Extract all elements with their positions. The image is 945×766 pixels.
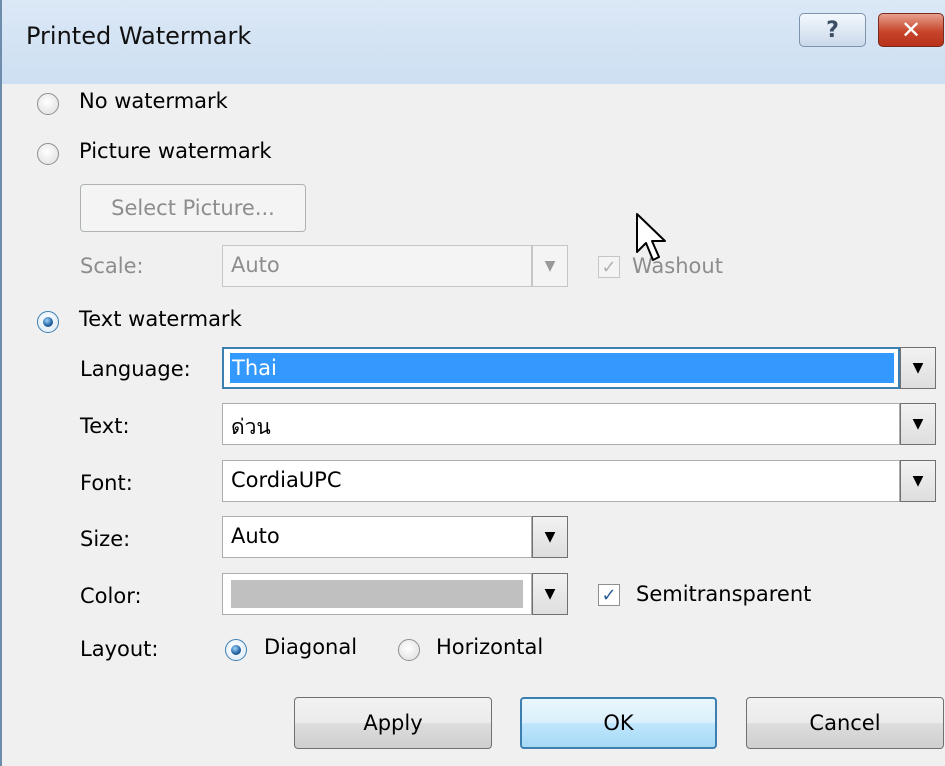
chevron-down-icon: ▼ (544, 586, 556, 602)
check-icon: ✓ (601, 256, 617, 278)
question-icon: ? (826, 17, 839, 43)
language-label: Language: (80, 357, 191, 381)
layout-diagonal-radio[interactable] (225, 639, 247, 661)
language-combobox[interactable]: Thai (222, 347, 900, 389)
washout-checkbox[interactable]: ✓ (598, 256, 620, 278)
text-watermark-radio[interactable] (37, 311, 59, 333)
chevron-down-icon: ▼ (912, 416, 924, 432)
layout-horizontal-label[interactable]: Horizontal (436, 635, 543, 659)
text-label: Text: (80, 414, 130, 438)
close-icon: ✕ (900, 16, 922, 44)
layout-label: Layout: (80, 637, 159, 661)
apply-button[interactable]: Apply (294, 697, 492, 749)
text-value: ด่วน (231, 415, 271, 439)
language-dropdown-button[interactable]: ▼ (900, 347, 936, 389)
color-dropdown-button[interactable]: ▼ (532, 573, 568, 615)
font-value: CordiaUPC (231, 468, 342, 492)
font-combobox[interactable]: CordiaUPC (222, 460, 900, 502)
font-label: Font: (80, 471, 133, 495)
close-button[interactable]: ✕ (878, 13, 944, 47)
chevron-down-icon: ▼ (912, 360, 924, 376)
cancel-label: Cancel (809, 711, 881, 735)
select-picture-label: Select Picture... (111, 196, 275, 220)
ok-label: OK (603, 711, 634, 735)
scale-combobox[interactable]: Auto (222, 245, 532, 287)
scale-label: Scale: (80, 254, 144, 278)
semitransparent-label[interactable]: Semitransparent (636, 582, 811, 606)
picture-watermark-radio[interactable] (37, 143, 59, 165)
layout-horizontal-radio[interactable] (398, 639, 420, 661)
chevron-down-icon: ▼ (544, 529, 556, 545)
layout-diagonal-label[interactable]: Diagonal (264, 635, 357, 659)
color-label: Color: (80, 584, 142, 608)
chevron-down-icon: ▼ (544, 258, 556, 274)
no-watermark-label[interactable]: No watermark (79, 89, 228, 113)
no-watermark-radio[interactable] (37, 93, 59, 115)
size-label: Size: (80, 527, 131, 551)
color-picker[interactable] (222, 573, 532, 615)
ok-button[interactable]: OK (520, 697, 717, 749)
text-combobox[interactable]: ด่วน (222, 403, 900, 445)
selection-highlight (230, 353, 894, 383)
select-picture-button[interactable]: Select Picture... (80, 184, 306, 232)
color-swatch (231, 580, 523, 608)
scale-value: Auto (231, 253, 280, 277)
mouse-pointer-icon (636, 213, 666, 261)
printed-watermark-dialog: Printed Watermark ? ✕ No watermark Pictu… (0, 0, 945, 766)
text-dropdown-button[interactable]: ▼ (900, 403, 936, 445)
dialog-title: Printed Watermark (26, 22, 252, 50)
size-combobox[interactable]: Auto (222, 516, 532, 558)
title-bar: Printed Watermark ? ✕ (2, 0, 945, 84)
language-value: Thai (232, 356, 277, 380)
text-watermark-label[interactable]: Text watermark (79, 307, 242, 331)
semitransparent-checkbox[interactable]: ✓ (598, 584, 620, 606)
apply-label: Apply (363, 711, 423, 735)
picture-watermark-label[interactable]: Picture watermark (79, 139, 271, 163)
scale-dropdown-button[interactable]: ▼ (532, 245, 568, 287)
chevron-down-icon: ▼ (912, 473, 924, 489)
help-button[interactable]: ? (799, 13, 866, 47)
size-value: Auto (231, 524, 280, 548)
font-dropdown-button[interactable]: ▼ (900, 460, 936, 502)
size-dropdown-button[interactable]: ▼ (532, 516, 568, 558)
cancel-button[interactable]: Cancel (746, 697, 944, 749)
check-icon: ✓ (601, 584, 617, 606)
